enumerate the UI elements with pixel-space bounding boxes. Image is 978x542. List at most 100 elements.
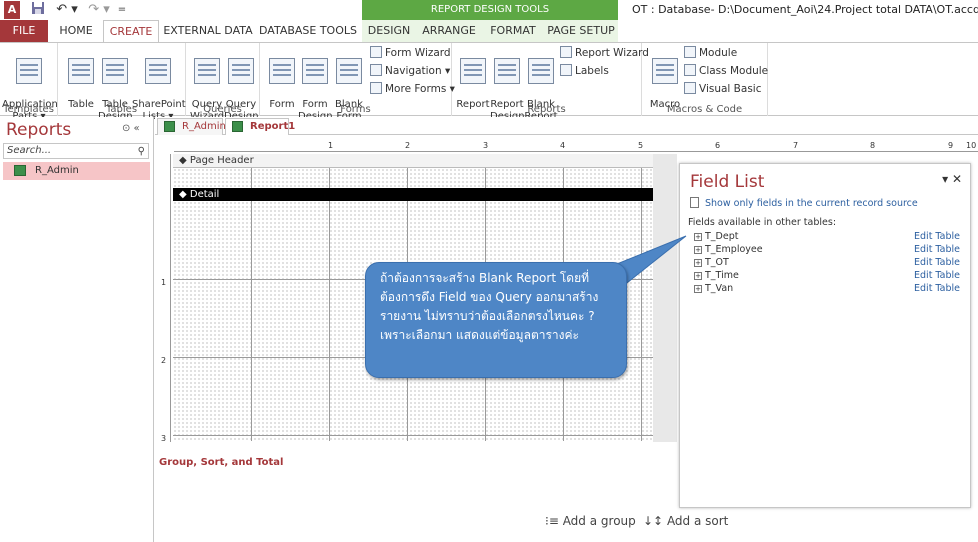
customize-toolbar-icon[interactable]: = — [116, 1, 128, 19]
field-list-pane: Field List ▾ ✕ Show only fields in the c… — [679, 163, 971, 508]
field-list-controls[interactable]: ▾ ✕ — [942, 172, 962, 186]
access-app-icon[interactable]: A — [4, 1, 20, 19]
detail-section-bar[interactable]: ◆ Detail — [173, 188, 653, 201]
page-header-area[interactable] — [173, 168, 653, 188]
add-group-button[interactable]: ⁝≡ Add a group — [545, 514, 636, 528]
tab-home[interactable]: HOME — [52, 20, 100, 42]
ruler-number: 3 — [483, 141, 489, 150]
field-table-row[interactable]: + T_Employee Edit Table — [694, 243, 960, 256]
ruler-number: 5 — [638, 141, 644, 150]
section-arrow-icon: ◆ — [179, 155, 190, 166]
doc-tab-report1[interactable]: Report1 — [225, 118, 295, 135]
edit-table-link[interactable]: Edit Table — [914, 256, 960, 269]
edit-table-link[interactable]: Edit Table — [914, 243, 960, 256]
edit-table-link[interactable]: Edit Table — [914, 269, 960, 282]
report-wizard-button[interactable]: Report Wizard — [560, 45, 649, 61]
expand-icon[interactable]: + — [694, 259, 702, 267]
module-button[interactable]: Module — [684, 45, 737, 61]
module-icon — [684, 46, 696, 58]
tab-page-setup[interactable]: PAGE SETUP — [544, 20, 618, 42]
nav-pane-controls[interactable]: ⊙ « — [122, 123, 140, 134]
vruler-number: 3 — [161, 434, 167, 443]
field-table-row[interactable]: + T_Dept Edit Table — [694, 230, 960, 243]
ruler-number: 6 — [715, 141, 721, 150]
form-design-icon — [302, 58, 328, 84]
group-templates: Application Parts ▾ Templates — [0, 43, 58, 122]
report-design-icon — [494, 58, 520, 84]
report-wizard-icon — [560, 46, 572, 58]
save-icon[interactable] — [30, 1, 46, 19]
navigation-icon — [370, 64, 382, 76]
doc-tab-r-admin[interactable]: R_Admin — [157, 118, 226, 135]
labels-icon — [560, 64, 572, 76]
table-design-icon — [102, 58, 128, 84]
class-module-icon — [684, 64, 696, 76]
group-label-templates: Templates — [3, 104, 54, 115]
tab-database-tools[interactable]: DATABASE TOOLS — [258, 20, 358, 42]
vertical-ruler: 1 2 3 — [159, 154, 171, 443]
section-arrow-icon: ◆ — [179, 189, 190, 200]
blank-report-icon — [528, 58, 554, 84]
show-only-fields-link[interactable]: Show only fields in the current record s… — [690, 197, 918, 209]
nav-item-r-admin[interactable]: R_Admin — [3, 162, 150, 180]
group-macros: Macro Module Class Module Visual Basic M… — [642, 43, 768, 116]
field-table-row[interactable]: + T_Van Edit Table — [694, 282, 960, 295]
more-forms-button[interactable]: More Forms ▾ — [370, 81, 455, 97]
search-icon[interactable]: ⚲ — [138, 145, 145, 159]
ribbon-tabs: FILE HOME CREATE EXTERNAL DATA DATABASE … — [0, 20, 978, 43]
expand-icon[interactable]: + — [694, 246, 702, 254]
navigation-pane: Reports ⊙ « Search... ⚲ R_Admin — [0, 117, 154, 542]
macro-button[interactable]: Macro — [648, 46, 682, 111]
labels-button[interactable]: Labels — [560, 63, 609, 79]
available-tables-label: Fields available in other tables: — [688, 217, 837, 228]
query-wizard-icon — [194, 58, 220, 84]
nav-search-input[interactable]: Search... ⚲ — [3, 143, 149, 159]
edit-table-link[interactable]: Edit Table — [914, 282, 960, 295]
tab-format[interactable]: FORMAT — [482, 20, 544, 42]
tab-create[interactable]: CREATE — [103, 20, 159, 43]
visual-basic-button[interactable]: Visual Basic — [684, 81, 761, 97]
field-table-row[interactable]: + T_OT Edit Table — [694, 256, 960, 269]
add-sort-button[interactable]: ↓↕ Add a sort — [643, 514, 728, 528]
tab-design[interactable]: DESIGN — [362, 20, 416, 42]
tab-file[interactable]: FILE — [0, 20, 48, 42]
nav-item-label: R_Admin — [35, 165, 79, 176]
navigation-button[interactable]: Navigation ▾ — [370, 63, 450, 79]
edit-table-link[interactable]: Edit Table — [914, 230, 960, 243]
question-callout: ถ้าต้องการจะสร้าง Blank Report โดยที่ต้อ… — [365, 262, 627, 378]
report-canvas-margin — [653, 154, 677, 442]
ruler-number: 4 — [560, 141, 566, 150]
close-icon[interactable]: ✕ — [952, 172, 962, 186]
expand-icon[interactable]: + — [694, 285, 702, 293]
form-button[interactable]: Form — [266, 46, 298, 111]
ribbon: Application Parts ▾ Templates Table Tabl… — [0, 42, 978, 122]
undo-icon[interactable]: ↶ ▾ — [54, 1, 80, 19]
nav-pane-title[interactable]: Reports — [6, 120, 71, 140]
ruler-number: 2 — [405, 141, 411, 150]
group-label-reports: Reports — [527, 104, 566, 115]
field-table-row[interactable]: + T_Time Edit Table — [694, 269, 960, 282]
tab-external-data[interactable]: EXTERNAL DATA — [163, 20, 253, 42]
table-button[interactable]: Table — [64, 46, 98, 111]
tab-arrange[interactable]: ARRANGE — [416, 20, 482, 42]
expand-icon[interactable]: + — [694, 272, 702, 280]
horizontal-ruler: 1 2 3 4 5 6 7 8 9 10 — [174, 140, 978, 152]
group-label-tables: Tables — [105, 104, 138, 115]
report-icon — [460, 58, 486, 84]
expand-icon[interactable]: + — [694, 233, 702, 241]
form-wizard-icon — [370, 46, 382, 58]
chevron-down-icon[interactable]: ▾ — [942, 172, 948, 186]
group-label-macros: Macros & Code — [666, 104, 743, 115]
class-module-button[interactable]: Class Module — [684, 63, 768, 79]
form-wizard-button[interactable]: Form Wizard — [370, 45, 451, 61]
vruler-number: 2 — [161, 356, 167, 365]
report-button[interactable]: Report — [456, 46, 490, 111]
group-reports: Report Report Design Blank Report Report… — [452, 43, 649, 122]
table-icon — [68, 58, 94, 84]
redo-icon[interactable]: ↷ ▾ — [86, 1, 112, 19]
macro-icon — [652, 58, 678, 84]
page-header-section-bar[interactable]: ◆ Page Header — [173, 154, 653, 168]
ruler-number: 7 — [793, 141, 799, 150]
group-forms: Form Form Design Blank Form Form Wizard … — [260, 43, 455, 122]
visual-basic-icon — [684, 82, 696, 94]
